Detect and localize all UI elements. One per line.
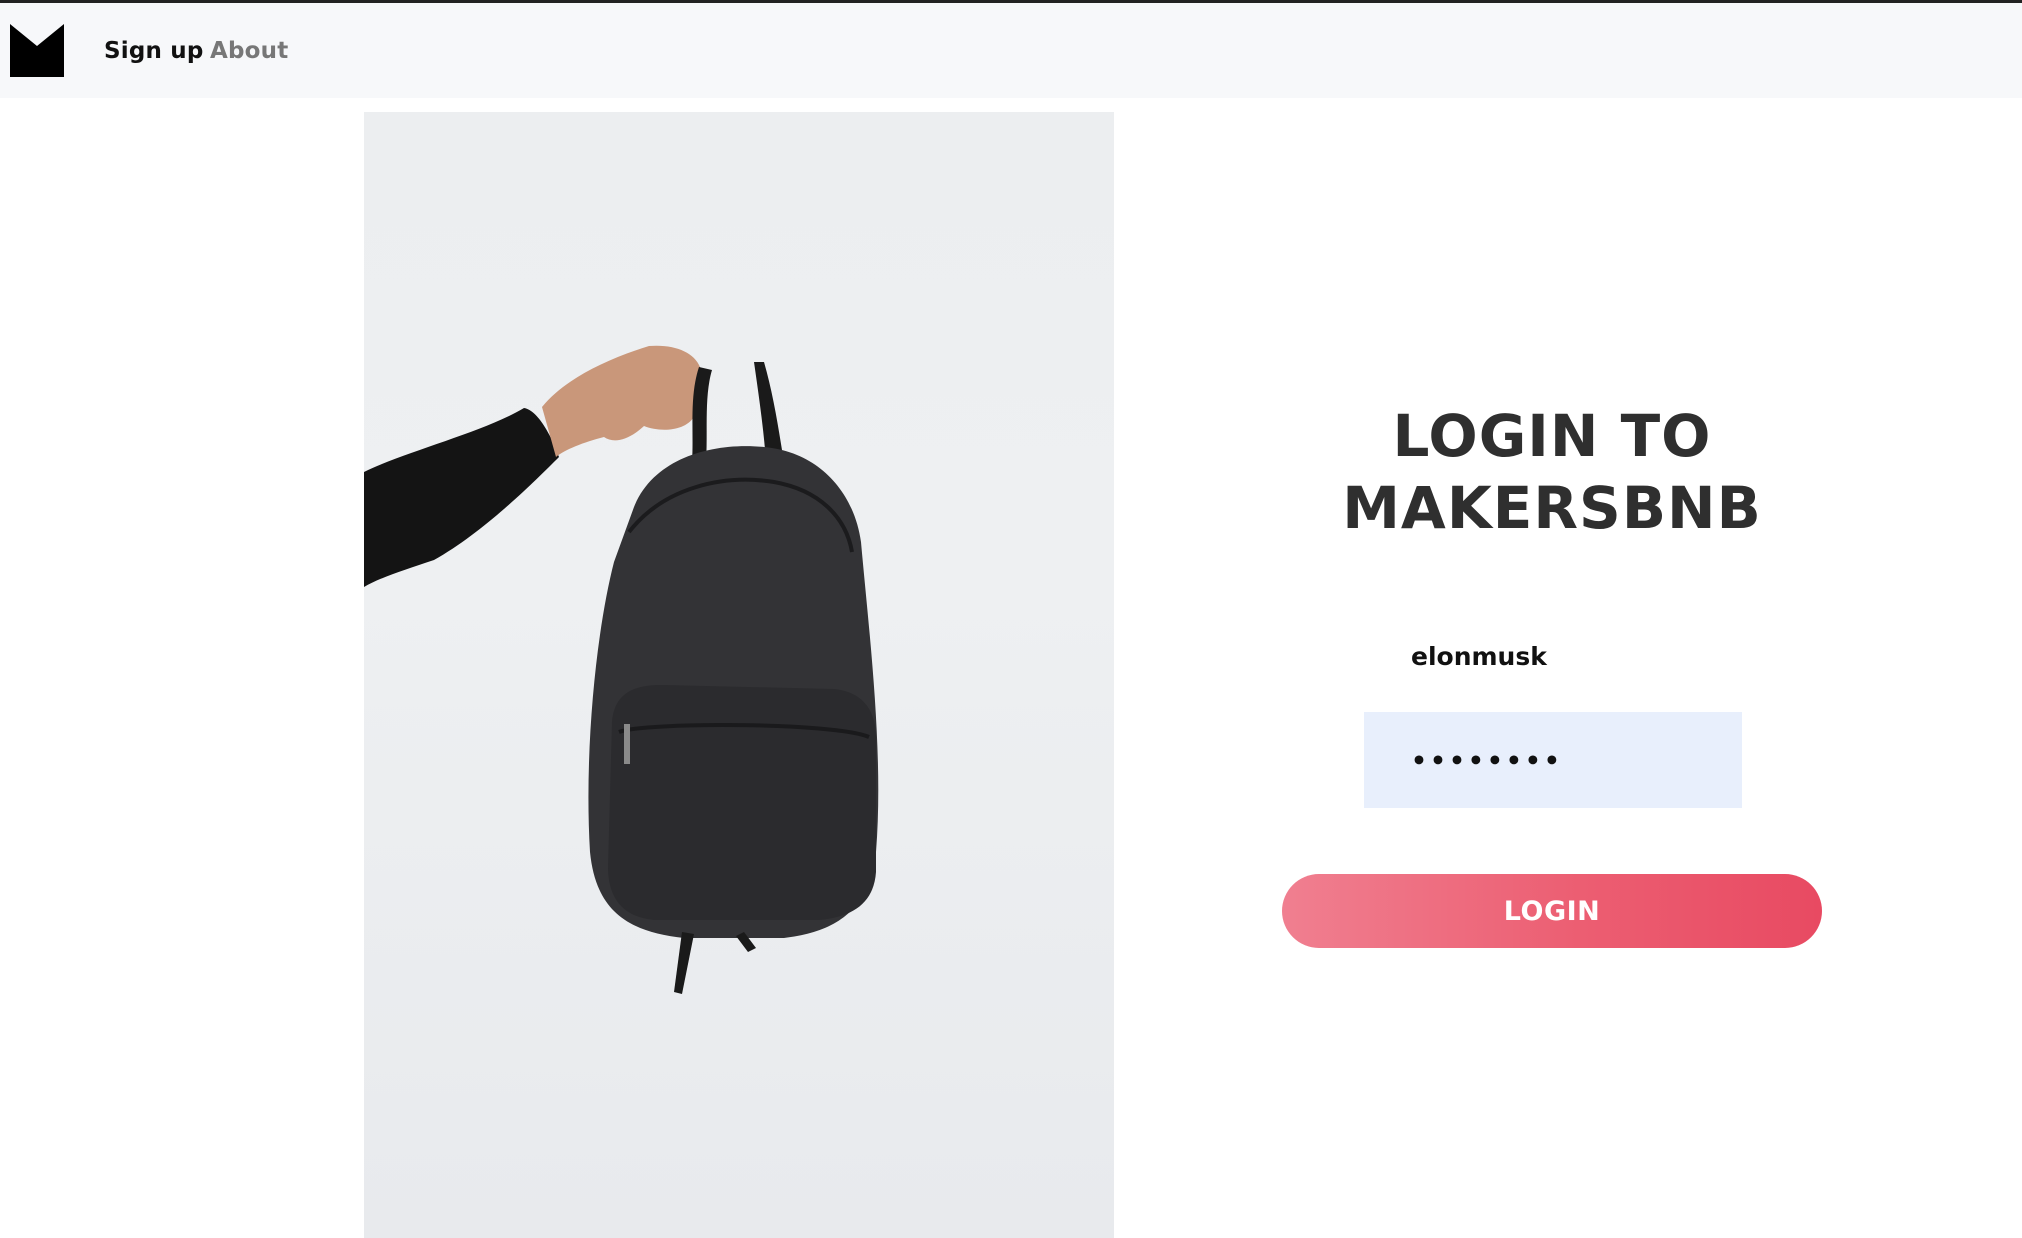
nav-link-sign-up[interactable]: Sign up: [104, 36, 204, 66]
navbar: Sign up About: [0, 3, 2022, 98]
login-title-line-1: LOGIN TO: [1392, 402, 1712, 470]
m-logo-icon[interactable]: [10, 24, 64, 77]
password-input[interactable]: [1364, 712, 1742, 808]
login-button[interactable]: LOGIN: [1282, 874, 1822, 948]
backpack-photo: [364, 112, 1114, 1238]
username-input[interactable]: [1364, 608, 1742, 704]
login-title: LOGIN TO MAKERSBNB: [1282, 400, 1822, 544]
nav-link-about[interactable]: About: [210, 36, 288, 66]
login-title-line-2: MAKERSBNB: [1342, 474, 1762, 542]
